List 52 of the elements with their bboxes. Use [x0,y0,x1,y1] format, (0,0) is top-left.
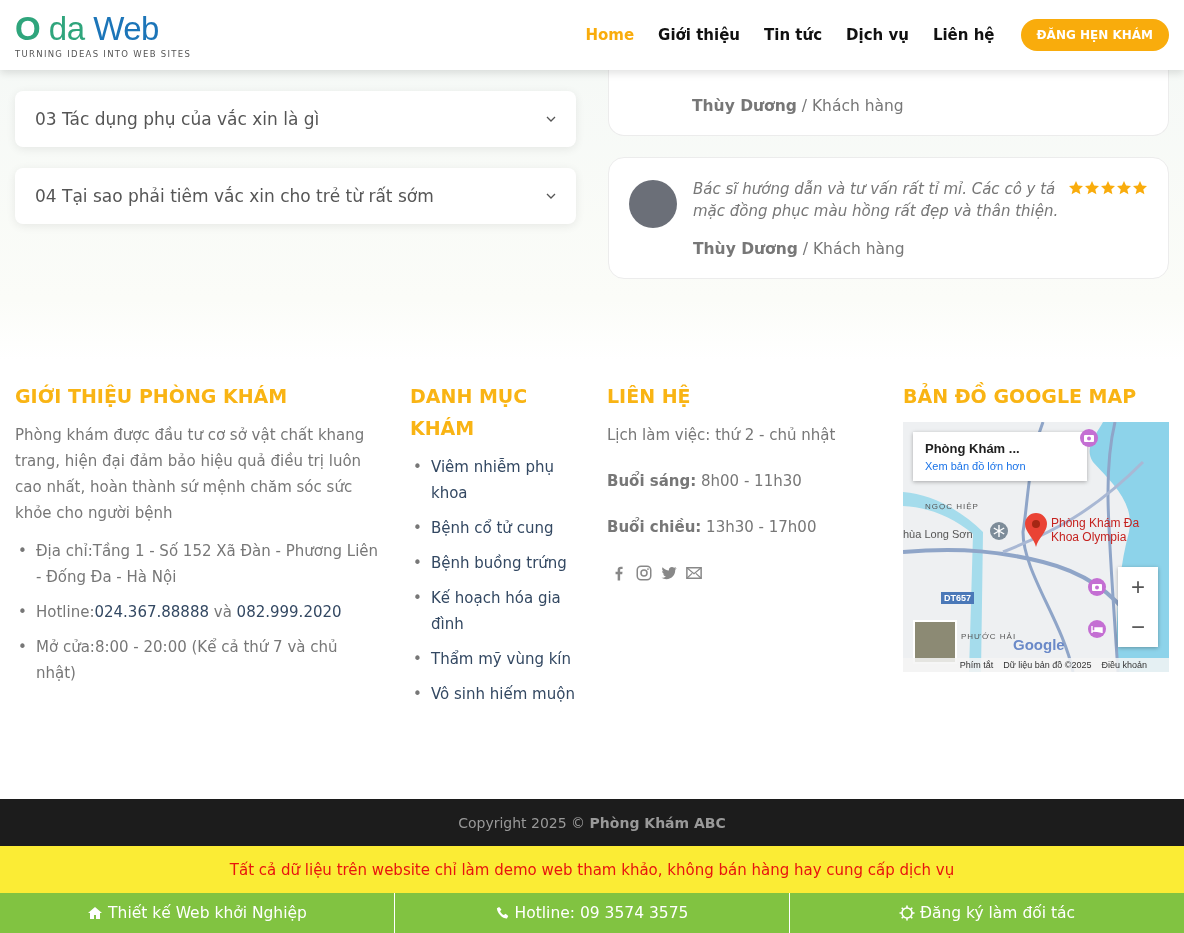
copyright-text: Copyright 2025 © Phòng Khám ABC [458,814,726,831]
bullet: • [412,588,423,609]
nav-link[interactable]: Dịch vụ [846,26,909,44]
section-heading: DANH MỤC KHÁM [410,384,529,441]
section-heading: LIÊN HỆ [607,383,692,409]
testimonial-author: Thùy Dương / Khách hàng [693,240,906,258]
schedule-text: Lịch làm việc: thứ 2 - chủ nhật [607,425,837,446]
logo-tagline: TURNING IDEAS INTO WEB SITES [15,48,192,59]
section-heading: GIỚI THIỆU PHÒNG KHÁM [15,383,289,409]
category-link[interactable]: Thẩm mỹ vùng kín [431,646,572,672]
logo-wordmark[interactable]: O da Web [15,11,192,46]
bullet: • [17,541,28,562]
attribution-link[interactable]: Phím tắt [959,660,994,670]
road-number: DT657 [941,592,974,604]
zoom-out-button[interactable]: − [1118,607,1158,647]
nav-link[interactable]: Tin tức [764,26,823,44]
faq-item[interactable]: 04 Tại sao phải tiêm vắc xin cho trẻ từ rất sớm [15,168,576,224]
bullet: • [17,602,28,623]
schedule-text: Buổi sáng: 8h00 - 11h30 [607,470,803,492]
place-label: Phòng Khám Đa Khoa Olympia [1051,516,1140,544]
about-text: Phòng khám được đầu tư cơ sở vật chất khang trang, hiện đại đảm bảo hiệu quả điều trị luôn cao nhất, hoàn thành sứ mệnh chăm sóc sức khỏe cho người bệnh [15,425,366,524]
category-link[interactable]: Bệnh buồng trứng [431,550,567,576]
phone-link[interactable]: 082.999.2020 [236,603,342,621]
attribution-link[interactable]: Dữ liệu bản đồ ©2025 [1003,660,1092,670]
contact-info: Mở cửa:8:00 - 20:00 (Kể cả thứ 7 và chủ nhật) [36,637,339,684]
bullet: • [412,553,423,574]
faq-item[interactable]: 03 Tác dụng phụ của vắc xin là gì [15,91,576,147]
contact-info: Địa chỉ:Tầng 1 - Số 152 Xã Đàn - Phương Liên - Đống Đa - Hà Nội [36,541,380,588]
attribution-link[interactable]: Điều khoản [1101,660,1147,670]
bullet: • [412,684,423,705]
nav-link[interactable]: Giới thiệu [658,26,741,44]
category-link[interactable]: Bệnh cổ tử cung [431,515,554,541]
notice-text: Tất cả dữ liệu trên website chỉ làm demo web tham khảo, không bán hàng hay cung cấp dịch vụ [229,860,955,879]
section-heading: BẢN ĐỒ GOOGLE MAP [903,380,1169,412]
bullet: • [412,457,423,478]
bullet: • [412,649,423,670]
category-link[interactable]: Vô sinh hiếm muộn [431,681,575,707]
testimonial-author: Thùy Dương / Khách hàng [692,97,904,115]
category-link[interactable]: Viêm nhiễm phụ khoa [431,454,580,506]
schedule-text: Buổi chiều: 13h30 - 17h00 [607,516,818,538]
place-name: Phòng Khám ... [925,441,1021,456]
nav-link[interactable]: Liên hệ [932,26,995,44]
zoom-in-button[interactable]: + [1118,567,1158,607]
bullet: • [412,518,423,539]
map-label: hùa Long Sơn [903,528,973,540]
hotline-text: Hotline:024.367.88888 và 082.999.2020 [36,602,342,623]
phone-link[interactable]: 024.367.88888 [94,603,209,621]
category-link[interactable]: Kế hoạch hóa gia đình [431,585,580,637]
testimonial-quote: Bác sĩ hướng dẫn và tư vấn rất tỉ mỉ. Các cô y tá mặc đồng phục màu hồng rất đẹp và thân thiện. [693,179,1060,222]
bullet: • [17,637,28,658]
larger-map-link[interactable]: Xem bản đồ lớn hơn [925,460,1075,472]
map-label: NGỌC HIỆP [925,502,979,511]
